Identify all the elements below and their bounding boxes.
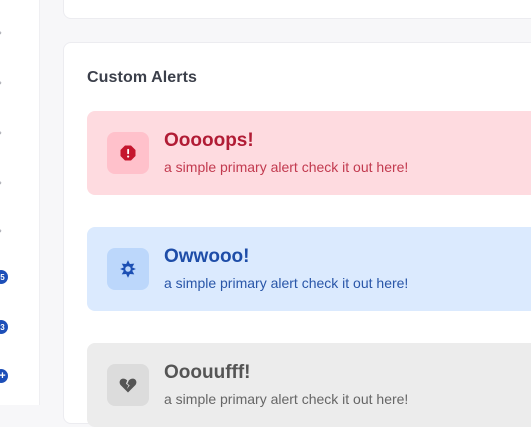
plus-badge[interactable]: + bbox=[0, 369, 8, 383]
chevron-right-icon[interactable]: › bbox=[0, 179, 5, 187]
alert-info-icon-box bbox=[107, 248, 149, 290]
alert-message: a simple primary alert check it out here… bbox=[164, 159, 409, 175]
alert-danger-icon-box bbox=[107, 132, 149, 174]
custom-alerts-card: Custom Alerts Ooooops! a simple primary … bbox=[63, 42, 531, 427]
alert-title: Owwooo! bbox=[164, 246, 250, 267]
broken-heart-icon bbox=[119, 378, 137, 393]
alert-octagon-icon bbox=[120, 145, 136, 161]
chevron-right-icon[interactable]: › bbox=[0, 79, 5, 87]
gear-icon bbox=[120, 260, 136, 278]
alert-danger: Ooooops! a simple primary alert check it… bbox=[87, 111, 531, 195]
chevron-right-icon[interactable]: › bbox=[0, 227, 5, 235]
alert-info: Owwooo! a simple primary alert check it … bbox=[87, 227, 531, 311]
chevron-right-icon[interactable]: › bbox=[0, 29, 5, 37]
alert-title: Ooouufff! bbox=[164, 362, 251, 383]
alert-title: Ooooops! bbox=[164, 130, 254, 151]
count-badge: 5 bbox=[0, 270, 8, 284]
alert-secondary: Ooouufff! a simple primary alert check i… bbox=[87, 343, 531, 427]
card-title: Custom Alerts bbox=[87, 69, 198, 86]
alert-message: a simple primary alert check it out here… bbox=[164, 275, 409, 291]
top-card bbox=[63, 0, 531, 19]
alert-secondary-icon-box bbox=[107, 364, 149, 406]
chevron-right-icon[interactable]: › bbox=[0, 129, 5, 137]
sidebar: › › › › › 5 3 + bbox=[0, 0, 40, 405]
count-badge: 3 bbox=[0, 320, 8, 334]
